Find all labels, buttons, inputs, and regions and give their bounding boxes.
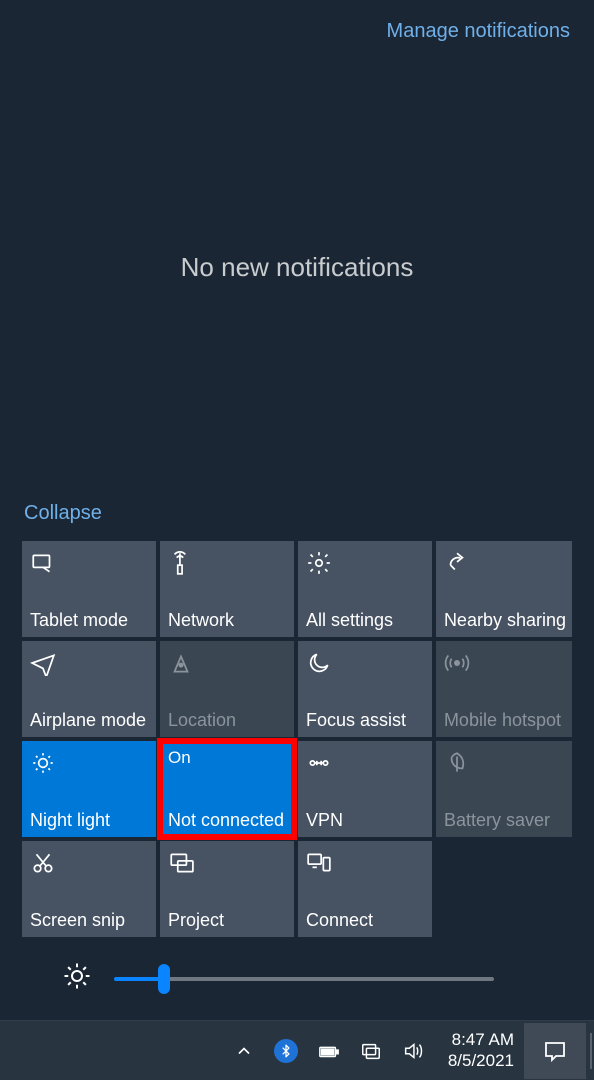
brightness-control xyxy=(22,937,572,996)
brightness-icon xyxy=(62,961,92,996)
manage-notifications-link[interactable]: Manage notifications xyxy=(387,20,570,43)
no-notifications-text: No new notifications xyxy=(181,252,414,283)
quick-action-grid: Tablet mode Network All settings Nearby sha… xyxy=(22,541,572,937)
tile-all-settings[interactable]: All settings xyxy=(298,541,432,637)
gear-icon xyxy=(306,549,426,577)
notifications-area: No new notifications xyxy=(0,43,594,492)
tile-connect[interactable]: Connect xyxy=(298,841,432,937)
quick-actions: Tablet mode Network All settings Nearby sha… xyxy=(0,541,594,1020)
tile-battery-saver[interactable]: Battery saver xyxy=(436,741,572,837)
snip-icon xyxy=(30,849,150,877)
tile-label: Nearby sharing xyxy=(444,611,566,631)
location-icon xyxy=(168,649,288,677)
system-tray xyxy=(234,1039,438,1063)
tile-label: All settings xyxy=(306,611,426,631)
taskbar-clock[interactable]: 8:47 AM 8/5/2021 xyxy=(438,1030,524,1071)
tile-label: Battery saver xyxy=(444,811,566,831)
action-center-panel: Manage notifications No new notification… xyxy=(0,0,594,1020)
tile-project[interactable]: Project xyxy=(160,841,294,937)
vpn-icon xyxy=(306,749,426,777)
project-icon xyxy=(168,849,288,877)
collapse-button[interactable]: Collapse xyxy=(24,502,102,524)
airplane-icon xyxy=(30,649,150,677)
tile-airplane-mode[interactable]: Airplane mode xyxy=(22,641,156,737)
tile-label: Airplane mode xyxy=(30,711,150,731)
task-view-tray-icon[interactable] xyxy=(360,1040,382,1062)
share-icon xyxy=(444,549,566,577)
tile-location[interactable]: Location xyxy=(160,641,294,737)
nightlight-icon xyxy=(30,749,150,777)
brightness-slider[interactable] xyxy=(114,977,494,981)
clock-date: 8/5/2021 xyxy=(448,1051,514,1071)
tile-label: Not connected xyxy=(168,811,288,831)
bluetooth-tray-icon[interactable] xyxy=(274,1039,298,1063)
clock-time: 8:47 AM xyxy=(448,1030,514,1050)
action-center-header: Manage notifications xyxy=(0,0,594,43)
hotspot-icon xyxy=(444,649,566,677)
tile-label: Network xyxy=(168,611,288,631)
tile-label: Location xyxy=(168,711,288,731)
taskbar: 8:47 AM 8/5/2021 xyxy=(0,1020,594,1080)
tile-label: Tablet mode xyxy=(30,611,150,631)
tile-label: Focus assist xyxy=(306,711,426,731)
tile-bluetooth[interactable]: On Not connected xyxy=(160,741,294,837)
tile-label: Screen snip xyxy=(30,911,150,931)
tray-overflow-button[interactable] xyxy=(234,1041,254,1061)
tile-label: Night light xyxy=(30,811,150,831)
leaf-icon xyxy=(444,749,566,777)
tile-focus-assist[interactable]: Focus assist xyxy=(298,641,432,737)
battery-tray-icon[interactable] xyxy=(318,1040,340,1062)
tile-night-light[interactable]: Night light xyxy=(22,741,156,837)
tile-vpn[interactable]: VPN xyxy=(298,741,432,837)
tile-label: VPN xyxy=(306,811,426,831)
tile-nearby-sharing[interactable]: Nearby sharing xyxy=(436,541,572,637)
action-center-button[interactable] xyxy=(524,1023,586,1079)
tile-label: Project xyxy=(168,911,288,931)
tile-tablet-mode[interactable]: Tablet mode xyxy=(22,541,156,637)
tile-screen-snip[interactable]: Screen snip xyxy=(22,841,156,937)
connect-icon xyxy=(306,849,426,877)
tile-mobile-hotspot[interactable]: Mobile hotspot xyxy=(436,641,572,737)
taskbar-divider xyxy=(590,1033,592,1069)
volume-tray-icon[interactable] xyxy=(402,1040,424,1062)
tile-network[interactable]: Network xyxy=(160,541,294,637)
tile-topline: On xyxy=(168,749,288,768)
tablet-icon xyxy=(30,549,150,577)
tile-label: Connect xyxy=(306,911,426,931)
network-icon xyxy=(168,549,288,577)
tile-label: Mobile hotspot xyxy=(444,711,566,731)
moon-icon xyxy=(306,649,426,677)
